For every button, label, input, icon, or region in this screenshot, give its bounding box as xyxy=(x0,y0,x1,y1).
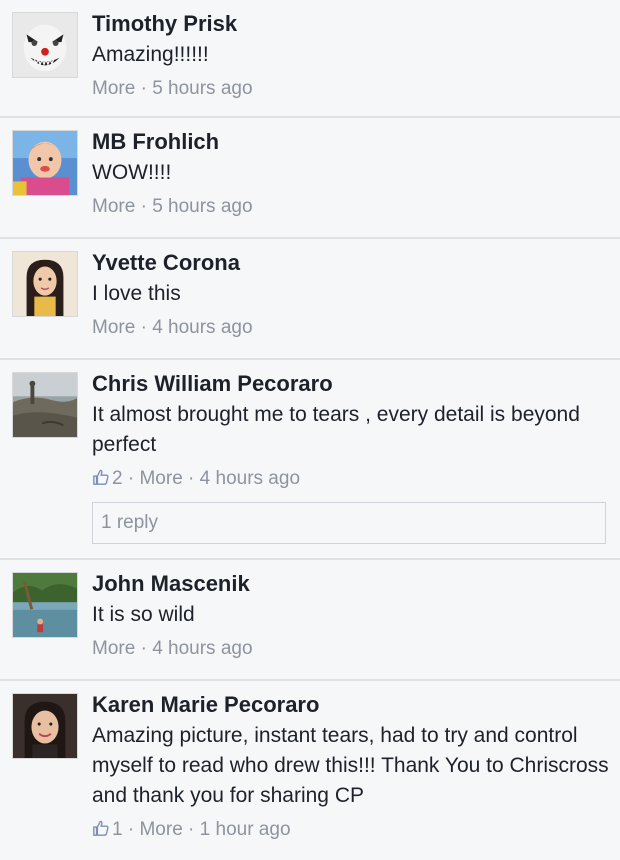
commenter-name[interactable]: Yvette Corona xyxy=(92,249,610,277)
separator: · xyxy=(182,468,200,489)
comment-item: Karen Marie Pecoraro Amazing picture, in… xyxy=(0,681,620,860)
comment-text: Amazing picture, instant tears, had to t… xyxy=(92,724,609,807)
timestamp[interactable]: 5 hours ago xyxy=(152,78,252,99)
separator: · xyxy=(135,78,153,99)
timestamp[interactable]: 4 hours ago xyxy=(200,468,300,489)
like-count-value: 2 xyxy=(112,468,123,489)
comment-item: John Mascenik It is so wild More · 4 hou… xyxy=(0,560,620,681)
comment-meta: More · 4 hours ago xyxy=(92,636,610,662)
comment-text: It is so wild xyxy=(92,603,195,626)
comment-item: Yvette Corona I love this More · 4 hours… xyxy=(0,239,620,360)
avatar[interactable] xyxy=(12,12,78,78)
commenter-name[interactable]: Chris William Pecoraro xyxy=(92,370,610,398)
comment-meta: More · 5 hours ago xyxy=(92,76,610,102)
comment-text: It almost brought me to tears , every de… xyxy=(92,403,580,456)
separator: · xyxy=(135,196,153,217)
comment-text: I love this xyxy=(92,282,181,305)
comment-item: MB Frohlich WOW!!!! More · 5 hours ago xyxy=(0,118,620,239)
view-replies-button[interactable]: 1 reply xyxy=(92,502,606,544)
more-link[interactable]: More xyxy=(92,78,135,99)
comment-meta: More · 4 hours ago xyxy=(92,315,610,341)
commenter-name[interactable]: MB Frohlich xyxy=(92,128,610,156)
comment-text: WOW!!!! xyxy=(92,161,172,184)
comment-feed: Timothy Prisk Amazing!!!!!! More · 5 hou… xyxy=(0,0,620,860)
separator: · xyxy=(122,819,140,840)
more-link[interactable]: More xyxy=(92,196,135,217)
comment-meta: More · 5 hours ago xyxy=(92,194,610,220)
comment-item: Timothy Prisk Amazing!!!!!! More · 5 hou… xyxy=(0,0,620,118)
timestamp[interactable]: 1 hour ago xyxy=(200,819,291,840)
separator: · xyxy=(135,317,153,338)
more-link[interactable]: More xyxy=(92,317,135,338)
separator: · xyxy=(135,638,153,659)
separator: · xyxy=(122,468,140,489)
timestamp[interactable]: 4 hours ago xyxy=(152,638,252,659)
more-link[interactable]: More xyxy=(139,468,182,489)
commenter-name[interactable]: John Mascenik xyxy=(92,570,610,598)
comment-item: Chris William Pecoraro It almost brought… xyxy=(0,360,620,560)
commenter-name[interactable]: Timothy Prisk xyxy=(92,10,610,38)
more-link[interactable]: More xyxy=(139,819,182,840)
thumbs-up-icon xyxy=(93,820,109,836)
avatar[interactable] xyxy=(12,251,78,317)
timestamp[interactable]: 5 hours ago xyxy=(152,196,252,217)
separator: · xyxy=(182,819,200,840)
avatar[interactable] xyxy=(12,372,78,438)
comment-meta: 1 · More · 1 hour ago xyxy=(92,817,610,843)
lake-avatar-image xyxy=(13,573,77,637)
baby-avatar-image xyxy=(13,131,77,195)
like-count[interactable]: 1 xyxy=(92,819,123,840)
clown-avatar-image xyxy=(13,13,77,77)
comment-meta: 2 · More · 4 hours ago xyxy=(92,466,610,492)
like-count-value: 1 xyxy=(112,819,123,840)
commenter-name[interactable]: Karen Marie Pecoraro xyxy=(92,691,610,719)
avatar[interactable] xyxy=(12,130,78,196)
thumbs-up-icon xyxy=(93,469,109,485)
timestamp[interactable]: 4 hours ago xyxy=(152,317,252,338)
avatar[interactable] xyxy=(12,693,78,759)
karen-avatar-image xyxy=(13,694,77,758)
woman-avatar-image xyxy=(13,252,77,316)
comment-text: Amazing!!!!!! xyxy=(92,43,209,66)
landscape-avatar-image xyxy=(13,373,77,437)
more-link[interactable]: More xyxy=(92,638,135,659)
like-count[interactable]: 2 xyxy=(92,468,123,489)
avatar[interactable] xyxy=(12,572,78,638)
